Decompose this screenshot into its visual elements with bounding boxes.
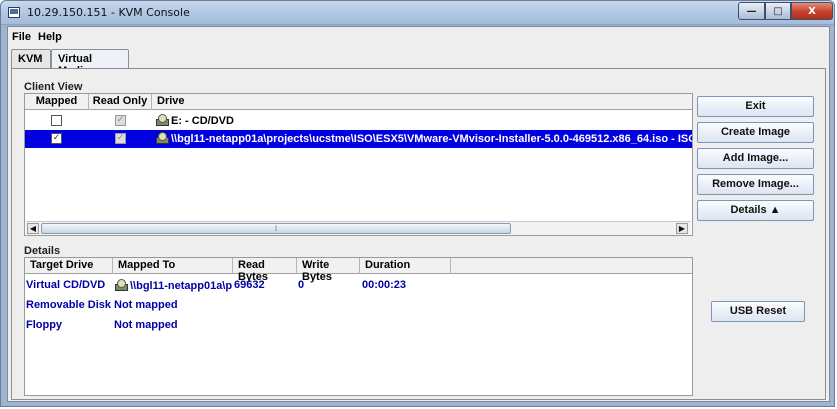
drive-cell: E: - CD/DVD xyxy=(155,112,685,130)
drive-name: \\bgl11-netapp01a\projects\ucstme\ISO\ES… xyxy=(171,133,692,145)
menu-help[interactable]: Help xyxy=(38,31,62,43)
drive-cell: \\bgl11-netapp01a\projects\ucstme\ISO\ES… xyxy=(155,130,692,148)
remove-image-button[interactable]: Remove Image... xyxy=(697,174,814,195)
usb-reset-button[interactable]: USB Reset xyxy=(711,301,805,322)
table-row-selected[interactable]: ✓ ✓ \\bgl11-netapp01a\projects\ucstme\IS… xyxy=(25,130,692,148)
details-header: Target Drive Mapped To Read Bytes Write … xyxy=(25,258,692,283)
scroll-thumb[interactable]: ⁞ xyxy=(41,223,511,234)
scroll-left-arrow-icon[interactable]: ◀ xyxy=(27,223,39,234)
tab-virtual-media[interactable]: Virtual Media xyxy=(51,49,129,77)
details-toggle-button[interactable]: Details ▲ xyxy=(697,200,814,221)
column-mapped-to[interactable]: Mapped To xyxy=(113,258,233,274)
column-write-bytes[interactable]: Write Bytes xyxy=(297,258,360,283)
drive-icon xyxy=(155,132,169,144)
virtual-media-panel: Client View Mapped Read Only Drive ✓ E: … xyxy=(11,68,826,400)
mapped-checkbox[interactable] xyxy=(51,115,62,126)
details-table: Target Drive Mapped To Read Bytes Write … xyxy=(24,257,693,396)
drive-icon xyxy=(155,114,169,126)
create-image-button[interactable]: Create Image xyxy=(697,122,814,143)
exit-button[interactable]: Exit xyxy=(697,96,814,117)
client-view-header: Mapped Read Only Drive xyxy=(25,94,692,110)
column-drive[interactable]: Drive xyxy=(152,94,692,110)
mapped-to-cd: \\bgl11-netapp01a\pr... xyxy=(114,279,232,292)
scroll-right-arrow-icon[interactable]: ▶ xyxy=(676,223,688,234)
write-bytes-cd: 0 xyxy=(298,279,305,291)
read-bytes-cd: 69632 xyxy=(234,279,265,291)
close-button[interactable]: X xyxy=(791,2,833,20)
window-title: 10.29.150.151 - KVM Console xyxy=(27,6,190,19)
menu-file[interactable]: File xyxy=(12,31,31,43)
app-icon xyxy=(8,7,20,18)
mapped-to-removable: Not mapped xyxy=(114,299,178,311)
client-view-table: Mapped Read Only Drive ✓ E: - CD/DVD ✓ ✓… xyxy=(24,93,693,236)
client-view-label: Client View xyxy=(24,81,83,93)
read-only-checkbox: ✓ xyxy=(115,115,126,126)
table-row[interactable]: ✓ E: - CD/DVD xyxy=(25,112,692,130)
add-image-button[interactable]: Add Image... xyxy=(697,148,814,169)
client-area: File Help KVM Virtual Media Client View … xyxy=(7,26,830,402)
column-read-bytes[interactable]: Read Bytes xyxy=(233,258,297,283)
mapped-checkbox[interactable]: ✓ xyxy=(51,133,62,144)
drive-icon xyxy=(114,279,128,291)
tab-kvm[interactable]: KVM xyxy=(11,49,51,69)
kvm-console-window: 10.29.150.151 - KVM Console — □ X File H… xyxy=(0,0,835,407)
minimize-button[interactable]: — xyxy=(738,2,765,20)
column-duration[interactable]: Duration xyxy=(360,258,451,274)
column-mapped[interactable]: Mapped xyxy=(25,94,89,110)
target-drive-cd: Virtual CD/DVD xyxy=(26,279,106,291)
target-drive-floppy: Floppy xyxy=(26,319,63,331)
details-label: Details xyxy=(24,245,61,257)
maximize-button[interactable]: □ xyxy=(765,2,791,20)
horizontal-scrollbar[interactable]: ◀ ⁞ ▶ xyxy=(26,221,691,235)
column-read-only[interactable]: Read Only xyxy=(89,94,152,110)
column-target-drive[interactable]: Target Drive xyxy=(25,258,113,274)
mapped-to-floppy: Not mapped xyxy=(114,319,178,331)
target-drive-removable: Removable Disk xyxy=(26,299,111,311)
title-bar[interactable]: 10.29.150.151 - KVM Console — □ X xyxy=(1,1,834,25)
read-only-checkbox: ✓ xyxy=(115,133,126,144)
tab-bar: KVM Virtual Media xyxy=(11,49,826,77)
duration-cd: 00:00:23 xyxy=(362,279,407,291)
drive-name: E: - CD/DVD xyxy=(171,115,234,127)
mapped-to-path: \\bgl11-netapp01a\pr... xyxy=(130,280,232,292)
menu-bar: File Help xyxy=(8,27,829,47)
